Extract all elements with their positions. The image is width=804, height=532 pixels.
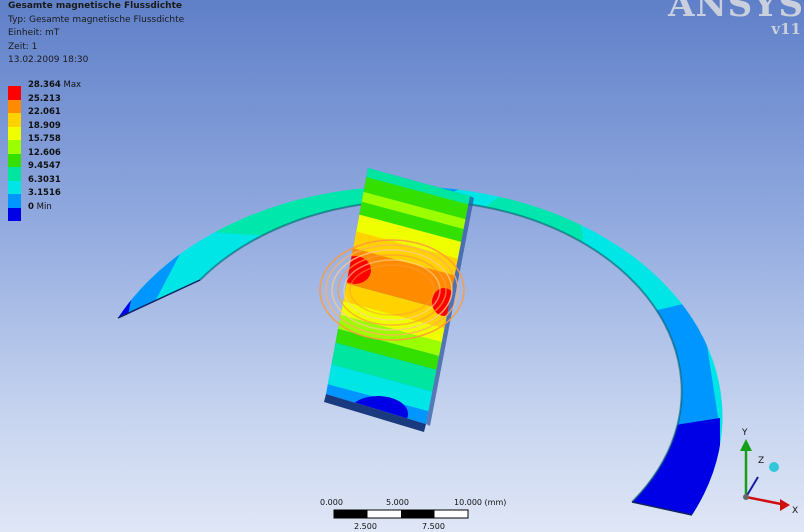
scale-label-2-5: 2.500	[354, 522, 377, 531]
result-title: Gesamte magnetische Flussdichte	[8, 1, 182, 11]
legend-suffix: Min	[36, 201, 52, 212]
legend-value: 18.909	[28, 120, 61, 131]
legend-swatch	[8, 167, 21, 181]
legend-value: 9.4547	[28, 161, 61, 171]
legend-swatch	[8, 153, 21, 167]
legend-swatch	[8, 113, 21, 127]
legend-label: 25.213	[28, 94, 61, 104]
legend-swatch	[8, 99, 21, 113]
scale-bar: 0.000 5.000 10.000 (mm) 2.500 7.500	[320, 498, 506, 532]
legend-label: 9.4547	[28, 161, 61, 171]
legend-swatch	[8, 126, 21, 140]
legend-label: 0 Min	[28, 202, 52, 212]
brand-text: ANSYS	[668, 0, 804, 25]
legend-value: 6.3031	[28, 174, 61, 185]
triad-graphic: Y Z X	[740, 428, 798, 516]
legend-value: 3.1516	[28, 188, 61, 198]
legend-label: 6.3031	[28, 175, 61, 185]
model-viewport[interactable]	[0, 0, 804, 532]
legend-label: 28.364 Max	[28, 80, 81, 90]
scale-label-7-5: 7.500	[422, 522, 445, 531]
legend-label: 3.1516	[28, 188, 61, 198]
ansys-logo: ANSYS v11	[668, 0, 804, 37]
result-time: Zeit: 1	[8, 41, 38, 52]
legend-value: 0	[28, 201, 34, 212]
scale-bar-graphic	[333, 509, 469, 519]
axis-triad[interactable]: Y Z X	[730, 425, 804, 516]
legend-swatch	[8, 86, 21, 100]
legend-swatch	[8, 140, 21, 154]
result-unit: Einheit: mT	[8, 28, 60, 38]
triad-x-label: X	[792, 506, 798, 515]
result-info: Gesamte magnetische Flussdichte Typ: Ges…	[8, 0, 184, 68]
legend-value: 15.758	[28, 134, 61, 144]
legend-swatch	[8, 194, 21, 208]
legend-label: 12.606	[28, 148, 61, 158]
result-date: 13.02.2009 18:30	[8, 55, 89, 65]
legend-label: 15.758	[28, 134, 61, 144]
legend-value: 25.213	[28, 93, 61, 104]
core-block	[324, 168, 474, 432]
triad-z-label: Z	[758, 456, 764, 466]
triad-y-label: Y	[741, 428, 748, 438]
legend-value: 28.364	[28, 80, 61, 90]
legend-suffix: Max	[63, 80, 82, 90]
legend-label: 22.061	[28, 107, 61, 117]
legend-swatch	[8, 207, 21, 221]
legend-value: 12.606	[28, 147, 61, 158]
legend-label: 18.909	[28, 121, 61, 131]
legend-value: 22.061	[28, 107, 61, 117]
result-type: Typ: Gesamte magnetische Flussdichte	[8, 14, 185, 25]
legend-swatch	[8, 180, 21, 194]
